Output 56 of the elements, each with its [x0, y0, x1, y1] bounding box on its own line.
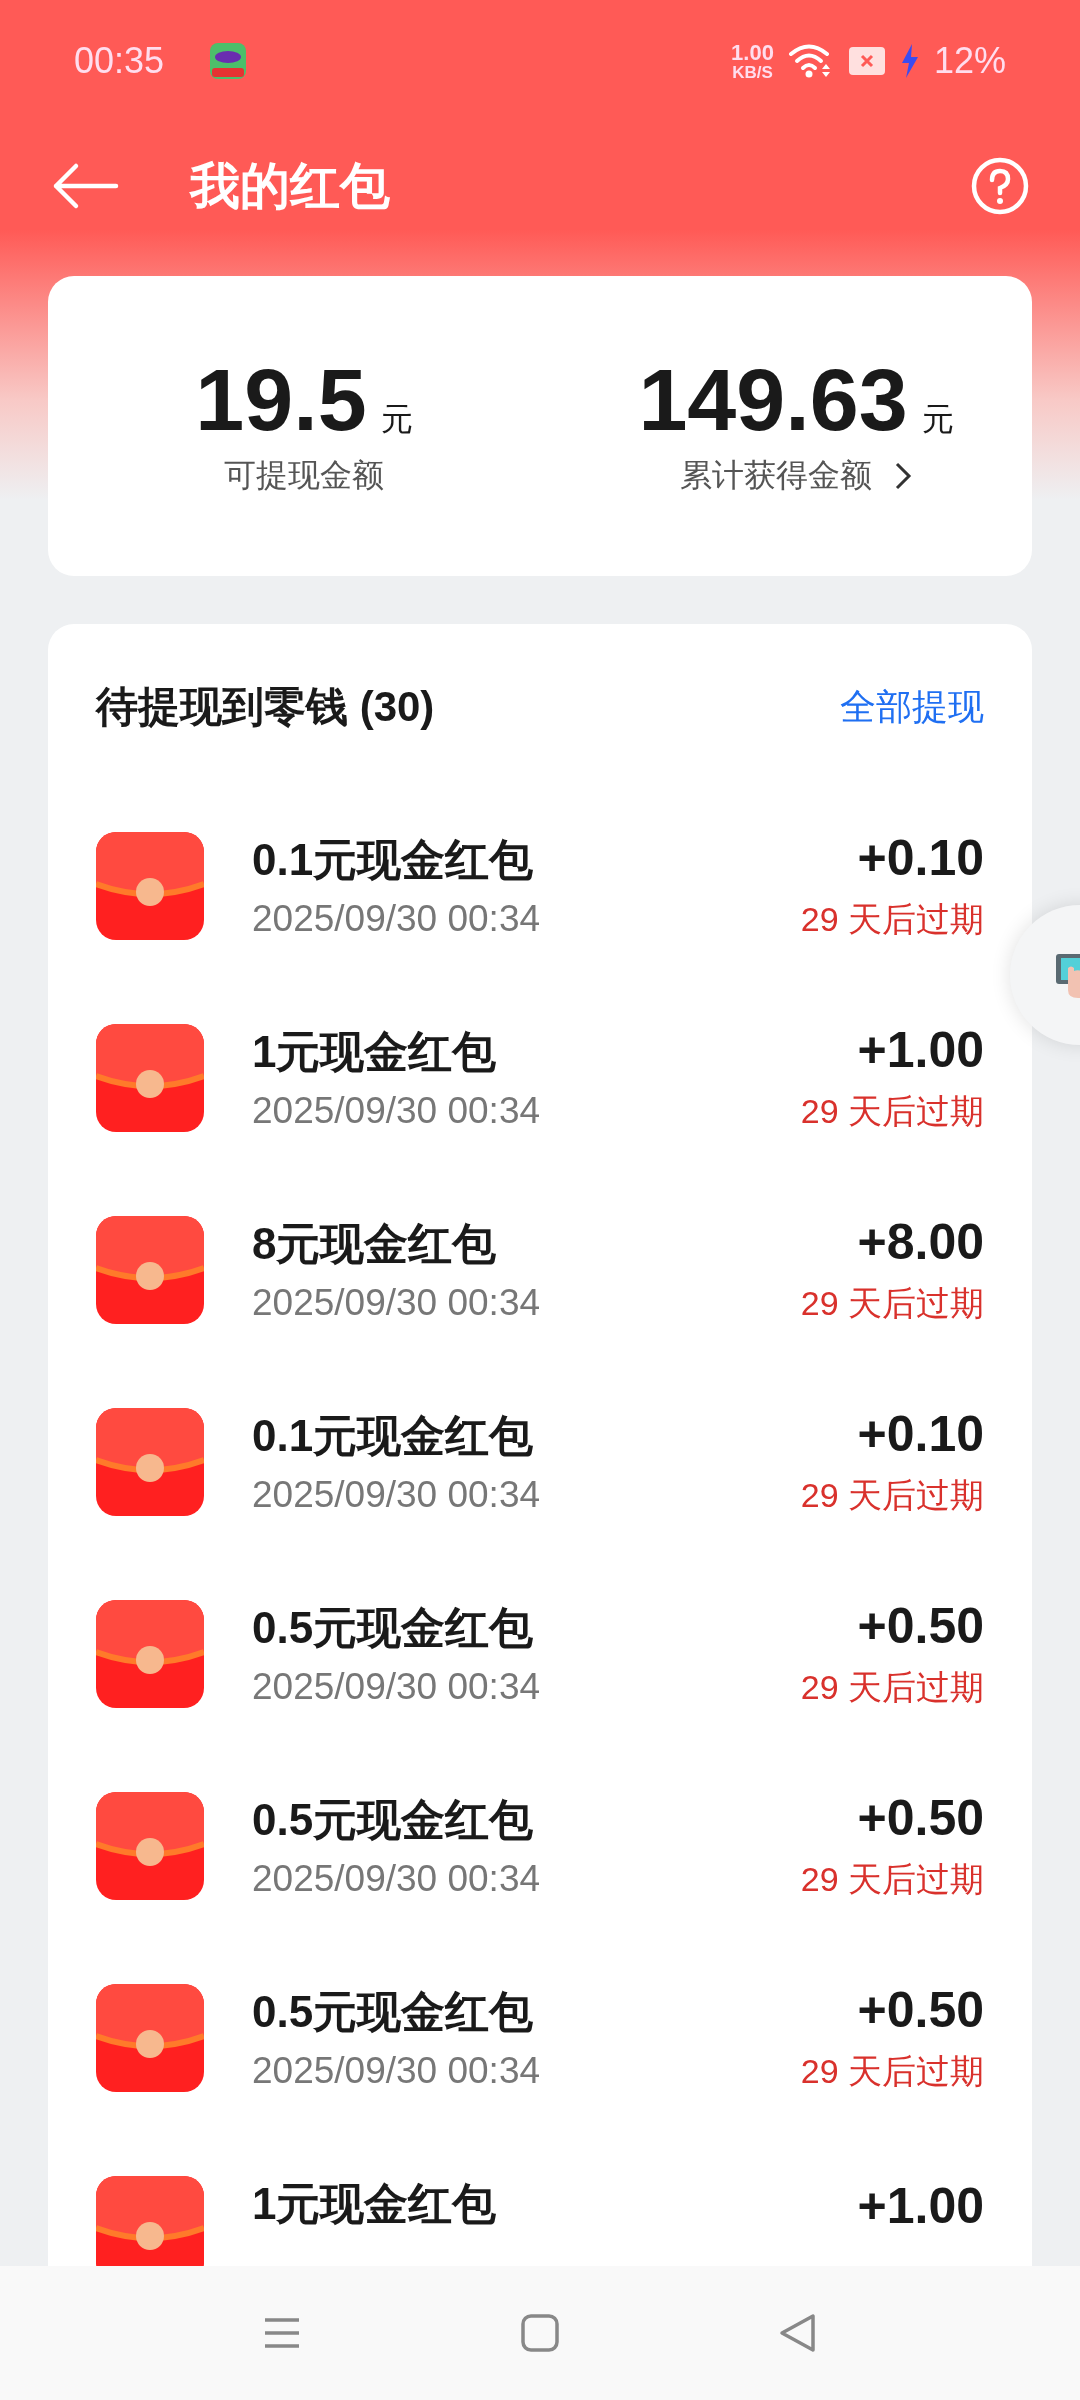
- envelope-title: 0.1元现金红包: [252, 1410, 535, 1462]
- expiry-note: 29 天后过期: [800, 1283, 984, 1324]
- envelope-icon: [96, 1024, 204, 1132]
- envelope-title: 1元现金红包: [252, 2178, 498, 2230]
- envelope-time: 2025/09/30 00:34: [252, 1666, 542, 1709]
- envelope-icon: [96, 1984, 204, 2092]
- help-icon[interactable]: [970, 156, 1030, 216]
- balance-amount: 149.63: [638, 353, 908, 447]
- no-sim-icon: [847, 46, 886, 76]
- envelope-icon: [96, 1600, 204, 1708]
- balance-label: 可提现金额: [224, 456, 384, 496]
- envelope-amount: +1.00: [857, 2176, 984, 2235]
- home-icon[interactable]: [520, 2313, 560, 2353]
- envelope-amount: +0.10: [857, 829, 984, 887]
- battery-level: 12%: [933, 40, 1006, 82]
- expiry-note: 29 天后过期: [800, 899, 984, 940]
- currency-unit: 元: [380, 399, 413, 439]
- envelope-title: 0.5元现金红包: [252, 1794, 535, 1846]
- envelope-time: 2025/09/30 00:34: [252, 1090, 542, 1133]
- balance-amount: 19.5: [195, 353, 367, 447]
- envelope-amount: +8.00: [857, 1213, 984, 1271]
- currency-unit: 元: [921, 399, 954, 439]
- expiry-note: 29 天后过期: [800, 1475, 984, 1516]
- envelope-amount: +0.50: [857, 1789, 984, 1847]
- status-time: 00:35: [74, 40, 165, 82]
- expiry-note: 29 天后过期: [800, 2051, 984, 2092]
- envelope-amount: +0.50: [857, 1597, 984, 1655]
- balance-label: 累计获得金额: [680, 456, 872, 496]
- envelope-time: 2025/09/30 00:34: [252, 898, 542, 941]
- envelope-title: 0.5元现金红包: [252, 1602, 535, 1654]
- envelope-amount: +0.50: [857, 1981, 984, 2039]
- expiry-note: 29 天后过期: [800, 1091, 984, 1132]
- page-title: 我的红包: [190, 156, 391, 216]
- back-nav-icon[interactable]: [778, 2313, 818, 2353]
- network-speed: 1.00 KB/S: [731, 41, 774, 81]
- section-title: 待提现到零钱 (30): [96, 682, 435, 732]
- envelope-icon: [96, 1792, 204, 1900]
- envelope-icon: [96, 832, 204, 940]
- envelope-title: 8元现金红包: [252, 1218, 498, 1270]
- envelope-amount: +0.10: [857, 1405, 984, 1463]
- chevron-right-icon[interactable]: [894, 461, 912, 492]
- envelope-time: 2025/09/30 00:34: [252, 2050, 542, 2093]
- app-notification-icon: [208, 41, 249, 81]
- expiry-note: 29 天后过期: [800, 1667, 984, 1708]
- envelope-time: 2025/09/30 00:34: [252, 1858, 542, 1901]
- envelope-title: 1元现金红包: [252, 1026, 498, 1078]
- charging-icon: [899, 43, 920, 79]
- expiry-note: 29 天后过期: [800, 1859, 984, 1900]
- envelope-title: 0.1元现金红包: [252, 834, 535, 886]
- withdraw-all-link[interactable]: 全部提现: [840, 682, 984, 732]
- envelope-icon: [96, 1408, 204, 1516]
- envelope-amount: +1.00: [857, 1021, 984, 1079]
- envelope-icon: [96, 1216, 204, 1324]
- envelope-time: 2025/09/30 00:34: [252, 1282, 542, 1325]
- envelope-title: 0.5元现金红包: [252, 1986, 535, 2038]
- envelope-time: 2025/09/30 00:34: [252, 1474, 542, 1517]
